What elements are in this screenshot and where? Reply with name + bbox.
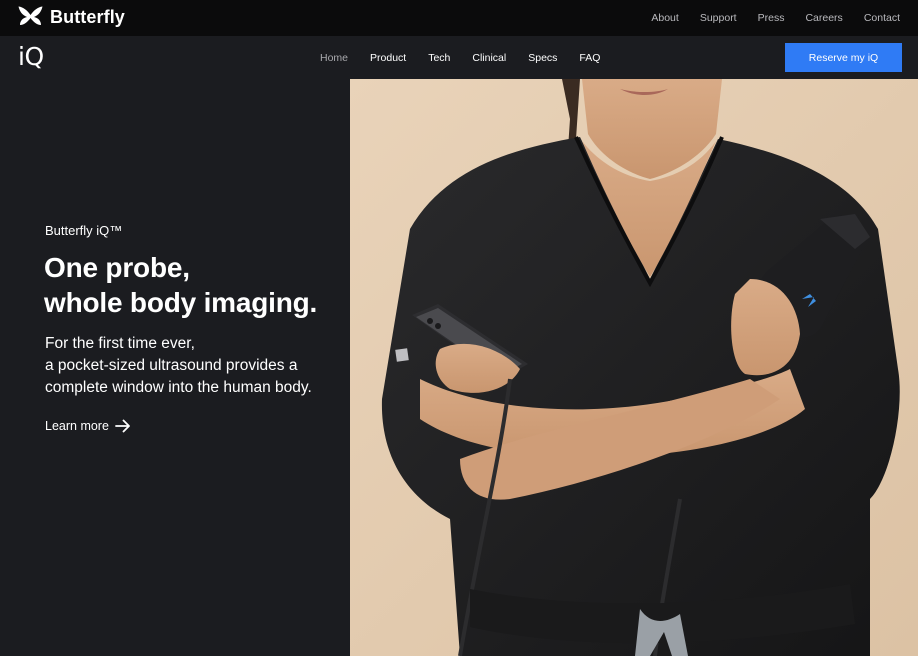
brand-home-link[interactable]: Butterfly xyxy=(18,6,125,29)
product-nav-specs[interactable]: Specs xyxy=(528,52,557,64)
utility-link-contact[interactable]: Contact xyxy=(864,12,900,24)
utility-link-press[interactable]: Press xyxy=(758,12,785,24)
hero-subcopy-line: a pocket-sized ultrasound provides a xyxy=(45,357,298,374)
hero-subcopy-line: For the first time ever, xyxy=(45,335,195,352)
utility-nav: About Support Press Careers Contact xyxy=(651,0,900,36)
hero-copy-panel: Butterfly iQ™ One probe, whole body imag… xyxy=(0,79,350,656)
utility-link-careers[interactable]: Careers xyxy=(805,12,842,24)
hero-headline-line: One probe, xyxy=(44,252,190,283)
hero-headline-line: whole body imaging. xyxy=(44,287,318,318)
product-nav-product[interactable]: Product xyxy=(370,52,406,64)
product-nav-faq[interactable]: FAQ xyxy=(579,52,600,64)
top-utility-bar: Butterfly About Support Press Careers Co… xyxy=(0,0,918,36)
hero-subcopy: For the first time ever, a pocket-sized … xyxy=(45,333,345,399)
brand-name: Butterfly xyxy=(50,7,125,27)
product-nav: Home Product Tech Clinical Specs FAQ xyxy=(320,36,600,79)
product-nav-tech[interactable]: Tech xyxy=(428,52,450,64)
product-nav-clinical[interactable]: Clinical xyxy=(472,52,506,64)
clinician-illustration xyxy=(350,79,918,656)
utility-link-support[interactable]: Support xyxy=(700,12,737,24)
product-nav-home[interactable]: Home xyxy=(320,52,348,64)
product-nav-bar: iQ Home Product Tech Clinical Specs FAQ … xyxy=(0,36,918,79)
butterfly-logo-icon xyxy=(18,6,43,25)
landing-page: Butterfly About Support Press Careers Co… xyxy=(0,0,918,656)
hero-subcopy-line: complete window into the human body. xyxy=(45,379,312,396)
learn-more-link[interactable]: Learn more xyxy=(45,419,131,433)
hero-photo-clinician xyxy=(350,79,918,656)
hero-eyebrow: Butterfly iQ™ xyxy=(45,223,123,238)
iq-product-logo[interactable]: iQ xyxy=(18,42,44,71)
learn-more-label: Learn more xyxy=(45,419,109,433)
reserve-iq-button[interactable]: Reserve my iQ xyxy=(785,43,902,72)
arrow-right-icon xyxy=(115,419,130,433)
utility-link-about[interactable]: About xyxy=(651,12,678,24)
hero-headline: One probe, whole body imaging. xyxy=(44,250,344,320)
